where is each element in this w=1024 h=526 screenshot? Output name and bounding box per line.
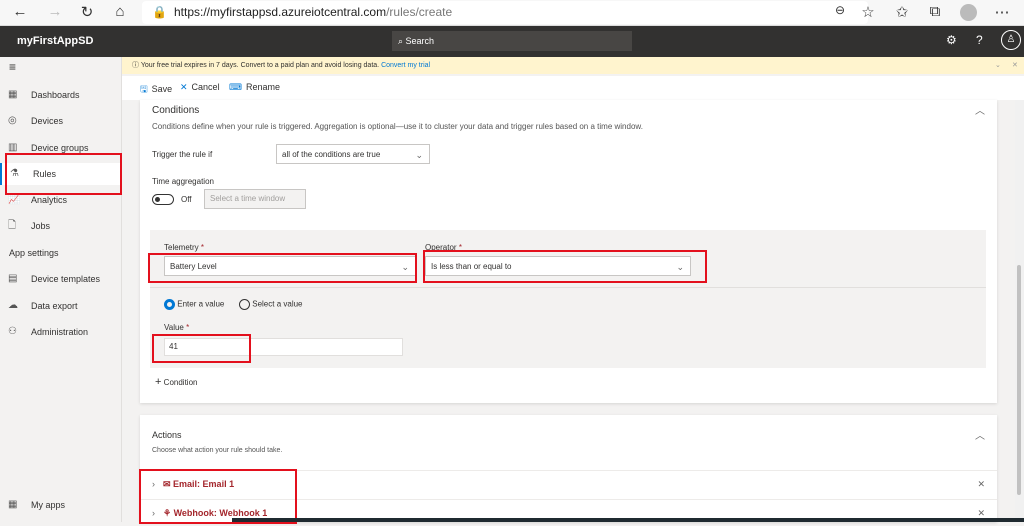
conditions-title: Conditions	[152, 105, 200, 116]
sidebar-item-jobs[interactable]: 🗋 Jobs	[0, 215, 122, 237]
data-export-icon: ☁	[8, 300, 18, 311]
favorite-add-icon[interactable]: ☆	[858, 3, 878, 21]
time-aggregation-toggle[interactable]	[152, 194, 174, 205]
device-templates-icon: ▤	[8, 273, 18, 284]
highlight-telemetry	[148, 253, 417, 283]
collapse-conditions-icon[interactable]: ︿	[975, 102, 985, 117]
command-bar: 🖫 Save ✕ Cancel ⌨ Rename	[122, 76, 1024, 100]
trial-banner: ⓘ Your free trial expires in 7 days. Con…	[122, 57, 1024, 74]
trigger-label: Trigger the rule if	[152, 150, 213, 159]
expand-icon[interactable]: ⌄	[995, 57, 1001, 74]
hamburger-icon[interactable]: ≡	[9, 60, 16, 74]
jobs-icon: 🗋	[8, 220, 17, 231]
settings-icon[interactable]: ⚙	[946, 33, 957, 47]
highlight-rules	[5, 153, 122, 195]
save-icon: 🖫	[140, 84, 148, 94]
collections-icon[interactable]: ⧉	[925, 3, 945, 20]
sidebar-item-administration[interactable]: ⚇ Administration	[0, 321, 122, 343]
home-icon[interactable]: ⌂	[110, 3, 130, 20]
actions-description: Choose what action your rule should take…	[152, 447, 283, 454]
sidebar-section-app-settings: App settings	[9, 248, 59, 258]
plus-icon: +	[155, 376, 162, 388]
administration-icon: ⚇	[8, 326, 17, 337]
lock-icon: 🔒	[152, 5, 167, 19]
rename-button[interactable]: ⌨ Rename	[229, 82, 280, 93]
highlight-operator	[423, 250, 707, 283]
my-apps-icon: ▦	[8, 499, 18, 510]
app-header: myFirstAppSD ⌕ Search ⚙ ? ♙	[0, 26, 1024, 57]
divider	[150, 287, 986, 288]
remove-action-icon[interactable]: ✕	[977, 471, 985, 497]
taskbar-edge	[232, 518, 1024, 522]
chevron-down-icon: ⌄	[415, 150, 423, 160]
close-banner-icon[interactable]: ✕	[1012, 57, 1018, 74]
browser-toolbar: ← → ↻ ⌂ 🔒 https://myfirstappsd.azureiotce…	[0, 0, 1024, 26]
sidebar-item-devices[interactable]: ◎ Devices	[0, 110, 122, 132]
info-icon: ⓘ	[132, 62, 141, 69]
highlight-actions	[139, 469, 297, 524]
app-name[interactable]: myFirstAppSD	[17, 35, 93, 47]
add-condition-button[interactable]: + Condition	[155, 376, 197, 388]
radio-select-value[interactable]: Select a value	[239, 299, 303, 310]
account-icon[interactable]: ♙	[1001, 30, 1021, 50]
help-icon[interactable]: ?	[976, 33, 983, 47]
rename-icon: ⌨	[229, 82, 242, 92]
scrollbar[interactable]	[1015, 100, 1024, 522]
sidebar-item-dashboards[interactable]: ▦ Dashboards	[0, 84, 122, 106]
save-button[interactable]: 🖫 Save	[140, 82, 172, 98]
refresh-icon[interactable]: ↻	[77, 3, 97, 21]
time-window-dropdown[interactable]: Select a time window	[204, 189, 306, 209]
value-label: Value *	[164, 323, 190, 332]
remove-action-icon[interactable]: ✕	[977, 500, 985, 526]
cancel-button[interactable]: ✕ Cancel	[180, 82, 220, 93]
devices-icon: ◎	[8, 115, 17, 126]
favorites-icon[interactable]: ✩	[892, 3, 912, 21]
sidebar-item-my-apps[interactable]: ▦ My apps	[0, 494, 122, 516]
search-icon: ⌕	[398, 36, 406, 46]
sidebar-item-data-export[interactable]: ☁ Data export	[0, 295, 122, 317]
telemetry-label: Telemetry *	[164, 243, 205, 252]
radio-enter-value[interactable]: Enter a value	[164, 299, 224, 310]
toggle-state: Off	[181, 195, 192, 204]
time-aggregation-label: Time aggregation	[152, 177, 214, 186]
sidebar-item-device-templates[interactable]: ▤ Device templates	[0, 268, 122, 290]
search-input[interactable]: ⌕ Search	[392, 31, 632, 51]
actions-title: Actions	[152, 430, 182, 440]
profile-avatar[interactable]	[960, 4, 977, 21]
trigger-dropdown[interactable]: all of the conditions are true ⌄	[276, 144, 430, 164]
scrollbar-thumb[interactable]	[1017, 265, 1021, 495]
zoom-out-icon[interactable]: ⊖	[830, 3, 850, 17]
back-icon[interactable]: ←	[10, 3, 30, 20]
conditions-description: Conditions define when your rule is trig…	[152, 122, 643, 131]
forward-icon[interactable]: →	[45, 3, 65, 20]
cancel-icon: ✕	[180, 82, 188, 92]
convert-trial-link[interactable]: Convert my trial	[381, 62, 430, 69]
more-icon[interactable]: ⋯	[992, 3, 1012, 21]
address-bar[interactable]: 🔒 https://myfirstappsd.azureiotcentral.co…	[142, 1, 868, 24]
dashboard-icon: ▦	[8, 89, 18, 100]
collapse-actions-icon[interactable]: ︿	[975, 427, 985, 442]
radio-unselected-icon	[239, 299, 250, 310]
radio-selected-icon	[164, 299, 175, 310]
sidebar: ≡ ▦ Dashboards ◎ Devices ▥ Device groups ⚗ R…	[0, 57, 122, 522]
highlight-value	[152, 334, 251, 363]
